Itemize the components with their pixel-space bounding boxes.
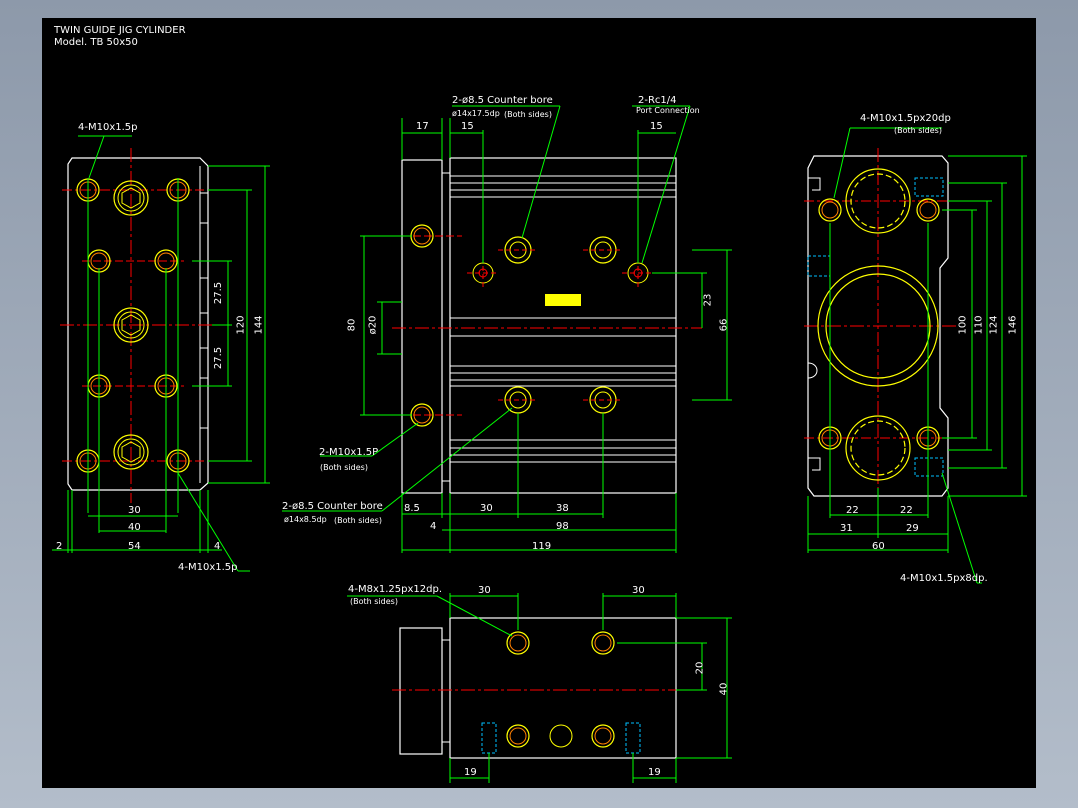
drawing-canvas: TWIN GUIDE JIG CYLINDER Model. TB 50x50 … — [42, 18, 1036, 788]
dim-bottom-19a: 19 — [464, 767, 477, 778]
dim-right-22b: 22 — [900, 505, 913, 516]
dim-bottom-19b: 19 — [648, 767, 661, 778]
note-both-sides-1: (Both sides) — [504, 110, 552, 119]
dim-right-110: 110 — [973, 315, 985, 335]
dim-front-144: 144 — [253, 315, 265, 335]
note-port: 2-Rc1/4 — [638, 95, 677, 106]
dim-front-40: 40 — [128, 522, 141, 533]
bottom-view — [347, 593, 732, 783]
note-m10-right-bottom: 4-M10x1.5px8dp. — [900, 573, 988, 584]
dim-side-66: 66 — [718, 318, 730, 332]
note-counterbore-bottom: 2-ø8.5 Counter bore — [282, 501, 383, 512]
note-counterbore-top: 2-ø8.5 Counter bore — [452, 95, 553, 106]
note-m8-bottom: 4-M8x1.25px12dp. — [348, 584, 443, 595]
dim-right-29: 29 — [906, 523, 919, 534]
note-both-sides-3: (Both sides) — [334, 516, 382, 525]
dim-side-119: 119 — [532, 541, 552, 552]
note-counterbore-bottom-sub: ø14x8.5dp — [284, 515, 327, 524]
cad-drawing — [52, 105, 1027, 783]
dim-right-60: 60 — [872, 541, 885, 552]
note-m10-side: 2-M10x1.5P — [319, 447, 379, 458]
note-m10-front: 4-M10x1.5p — [78, 122, 138, 133]
dim-front-30: 30 — [128, 505, 141, 516]
note-both-sides-2: (Both sides) — [320, 463, 368, 472]
drawing-model: Model. TB 50x50 — [54, 37, 138, 48]
front-view — [52, 135, 270, 572]
drawing-title: TWIN GUIDE JIG CYLINDER — [54, 25, 186, 36]
dim-side-4: 4 — [430, 521, 437, 532]
dim-front-54: 54 — [128, 541, 141, 552]
dim-side-15a: 15 — [461, 121, 474, 132]
note-both-sides-4: (Both sides) — [894, 126, 942, 135]
dim-right-22a: 22 — [846, 505, 859, 516]
dim-side-8-5: 8.5 — [404, 503, 420, 514]
dim-side-80: 80 — [346, 318, 358, 332]
dim-right-31: 31 — [840, 523, 853, 534]
note-m10-right-top: 4-M10x1.5px20dp — [860, 113, 951, 124]
note-counterbore-top-sub: ø14x17.5dp — [452, 109, 500, 118]
dim-bottom-40: 40 — [718, 682, 730, 696]
dim-right-146: 146 — [1007, 315, 1019, 335]
dim-bottom-30b: 30 — [632, 585, 645, 596]
dim-bottom-30a: 30 — [478, 585, 491, 596]
note-m10-front-bottom: 4-M10x1.5p — [178, 562, 238, 573]
dim-side-17: 17 — [416, 121, 429, 132]
dim-front-2: 2 — [56, 541, 63, 552]
note-port-sub: Port Connection — [636, 106, 700, 115]
dim-front-4: 4 — [214, 541, 221, 552]
dim-side-98: 98 — [556, 521, 569, 532]
dim-bottom-20: 20 — [694, 661, 706, 675]
dim-front-120: 120 — [235, 315, 247, 335]
dim-side-38: 38 — [556, 503, 569, 514]
dim-side-23: 23 — [702, 293, 714, 307]
dim-front-27a: 27.5 — [213, 281, 225, 305]
dim-side-15b: 15 — [650, 121, 663, 132]
dim-front-27b: 27.5 — [213, 346, 225, 370]
right-view — [804, 127, 1027, 584]
note-both-sides-5: (Both sides) — [350, 597, 398, 606]
dim-side-30: 30 — [480, 503, 493, 514]
dim-right-100: 100 — [957, 315, 969, 335]
dim-right-124: 124 — [988, 315, 1000, 335]
dim-side-20: ø20 — [367, 315, 379, 335]
